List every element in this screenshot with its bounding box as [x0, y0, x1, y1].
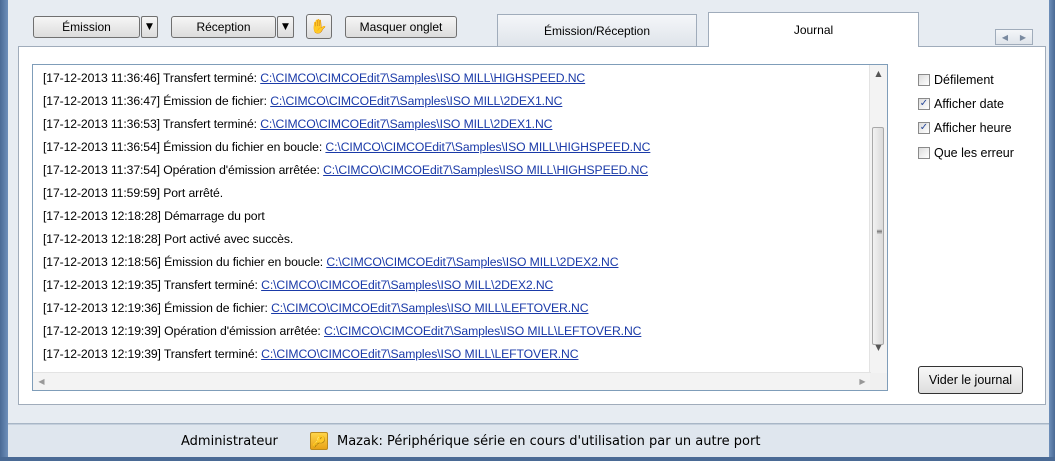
- hand-icon: ✋: [310, 18, 328, 34]
- log-line-text: [17-12-2013 11:36:46] Transfert terminé:: [43, 71, 261, 85]
- log-line: [17-12-2013 11:36:47] Émission de fichie…: [43, 94, 562, 108]
- emission-dropdown-button[interactable]: ▼: [141, 16, 158, 38]
- scroll-up-button[interactable]: ▲: [870, 65, 887, 82]
- log-file-link[interactable]: C:\CIMCO\CIMCOEdit7\Samples\ISO MILL\2DE…: [260, 117, 552, 131]
- log-lines: [17-12-2013 11:36:46] Transfert terminé:…: [33, 65, 871, 374]
- option-afficher-heure[interactable]: ✓ Afficher heure: [918, 120, 1012, 136]
- status-bar: Administrateur 🔑 Mazak: Périphérique sér…: [8, 424, 1049, 458]
- chevron-down-icon: ▼: [146, 22, 153, 32]
- log-line-text: [17-12-2013 11:59:59] Port arrêté.: [43, 186, 223, 200]
- status-message: Mazak: Périphérique série en cours d'uti…: [337, 434, 761, 449]
- log-line: [17-12-2013 11:36:46] Transfert terminé:…: [43, 71, 585, 85]
- window-border-bottom: [0, 457, 1055, 461]
- log-file-link[interactable]: C:\CIMCO\CIMCOEdit7\Samples\ISO MILL\LEF…: [271, 301, 588, 315]
- window-border-left: [0, 0, 8, 461]
- grip-icon: ≡: [876, 227, 883, 236]
- log-line: [17-12-2013 12:19:39] Opération d'émissi…: [43, 324, 641, 338]
- log-file-link[interactable]: C:\CIMCO\CIMCOEdit7\Samples\ISO MILL\LEF…: [324, 324, 641, 338]
- log-file-link[interactable]: C:\CIMCO\CIMCOEdit7\Samples\ISO MILL\HIG…: [260, 71, 585, 85]
- log-file-link[interactable]: C:\CIMCO\CIMCOEdit7\Samples\ISO MILL\2DE…: [270, 94, 562, 108]
- checkbox-defilement[interactable]: [918, 74, 930, 86]
- checkbox-afficher-heure[interactable]: ✓: [918, 122, 930, 134]
- tab-scroll-left-button[interactable]: ◀: [996, 30, 1014, 44]
- horizontal-scrollbar[interactable]: ◀ ▶: [33, 372, 871, 390]
- log-line: [17-12-2013 11:59:59] Port arrêté.: [43, 186, 223, 200]
- hide-tabs-button[interactable]: Masquer onglet: [345, 16, 457, 38]
- log-line: [17-12-2013 12:19:39] Transfert terminé:…: [43, 347, 579, 361]
- scroll-down-button[interactable]: ▼: [870, 339, 887, 356]
- tab-journal[interactable]: Journal: [708, 12, 919, 47]
- scrollbar-corner: [870, 373, 887, 390]
- log-line-text: [17-12-2013 12:18:56] Émission du fichie…: [43, 255, 327, 269]
- reception-dropdown-button[interactable]: ▼: [277, 16, 294, 38]
- log-line-text: [17-12-2013 11:37:54] Opération d'émissi…: [43, 163, 324, 177]
- log-line: [17-12-2013 11:36:54] Émission du fichie…: [43, 140, 650, 154]
- log-line: [17-12-2013 12:18:56] Émission du fichie…: [43, 255, 619, 269]
- vertical-scroll-thumb[interactable]: ≡: [872, 127, 884, 345]
- emission-button[interactable]: Émission: [33, 16, 140, 38]
- option-label: Afficher date: [934, 97, 1004, 111]
- log-file-link[interactable]: C:\CIMCO\CIMCOEdit7\Samples\ISO MILL\LEF…: [261, 347, 578, 361]
- scroll-right-button[interactable]: ▶: [854, 373, 871, 390]
- log-line: [17-12-2013 12:19:36] Émission de fichie…: [43, 301, 589, 315]
- log-file-link[interactable]: C:\CIMCO\CIMCOEdit7\Samples\ISO MILL\HIG…: [325, 140, 650, 154]
- key-icon: 🔑: [310, 432, 328, 450]
- hide-tabs-button-label: Masquer onglet: [359, 20, 443, 34]
- hand-tool-button[interactable]: ✋: [306, 14, 332, 39]
- clear-log-button[interactable]: Vider le journal: [918, 366, 1023, 394]
- chevron-down-icon: ▼: [282, 22, 289, 32]
- log-line: [17-12-2013 12:18:28] Port activé avec s…: [43, 232, 293, 246]
- log-line-text: [17-12-2013 12:19:39] Opération d'émissi…: [43, 324, 325, 338]
- vertical-scrollbar[interactable]: ▲ ≡ ▼: [869, 65, 887, 374]
- window-border-right: [1049, 0, 1055, 461]
- log-view[interactable]: [17-12-2013 11:36:46] Transfert terminé:…: [32, 64, 888, 391]
- status-user: Administrateur: [181, 434, 278, 449]
- option-label: Défilement: [934, 73, 994, 87]
- checkbox-afficher-date[interactable]: ✓: [918, 98, 930, 110]
- tab-label: Émission/Réception: [543, 23, 651, 38]
- log-line-text: [17-12-2013 11:36:47] Émission de fichie…: [43, 94, 271, 108]
- tab-scroll-right-button[interactable]: ▶: [1014, 30, 1032, 44]
- checkbox-que-les-erreurs[interactable]: [918, 147, 930, 159]
- tab-emission-reception[interactable]: Émission/Réception: [497, 14, 697, 46]
- log-line-text: [17-12-2013 12:19:39] Transfert terminé:: [43, 347, 262, 361]
- reception-button-label: Réception: [196, 20, 251, 34]
- tab-scroll-buttons: ◀ ▶: [995, 29, 1033, 45]
- log-line-text: [17-12-2013 11:36:54] Émission du fichie…: [43, 140, 326, 154]
- option-afficher-date[interactable]: ✓ Afficher date: [918, 96, 1004, 112]
- log-line: [17-12-2013 11:37:54] Opération d'émissi…: [43, 163, 648, 177]
- log-line-text: [17-12-2013 12:18:28] Port activé avec s…: [43, 232, 294, 246]
- log-line-text: [17-12-2013 11:36:53] Transfert terminé:: [43, 117, 261, 131]
- reception-button[interactable]: Réception: [171, 16, 276, 38]
- option-label: Afficher heure: [934, 121, 1012, 135]
- log-line-text: [17-12-2013 12:18:28] Démarrage du port: [43, 209, 265, 223]
- tab-label: Journal: [793, 23, 834, 37]
- emission-button-label: Émission: [62, 20, 111, 34]
- scroll-left-button[interactable]: ◀: [33, 373, 50, 390]
- log-line: [17-12-2013 11:36:53] Transfert terminé:…: [43, 117, 552, 131]
- log-line: [17-12-2013 12:19:35] Transfert terminé:…: [43, 278, 553, 292]
- option-label: Que les erreur: [934, 146, 1014, 160]
- log-file-link[interactable]: C:\CIMCO\CIMCOEdit7\Samples\ISO MILL\HIG…: [323, 163, 648, 177]
- log-file-link[interactable]: C:\CIMCO\CIMCOEdit7\Samples\ISO MILL\2DE…: [326, 255, 618, 269]
- option-que-les-erreurs[interactable]: Que les erreur: [918, 145, 1014, 161]
- log-line: [17-12-2013 12:18:28] Démarrage du port: [43, 209, 265, 223]
- log-line-text: [17-12-2013 12:19:36] Émission de fichie…: [43, 301, 272, 315]
- log-line-text: [17-12-2013 12:19:35] Transfert terminé:: [43, 278, 262, 292]
- option-defilement[interactable]: Défilement: [918, 72, 994, 88]
- clear-log-button-label: Vider le journal: [928, 373, 1013, 387]
- log-file-link[interactable]: C:\CIMCO\CIMCOEdit7\Samples\ISO MILL\2DE…: [261, 278, 553, 292]
